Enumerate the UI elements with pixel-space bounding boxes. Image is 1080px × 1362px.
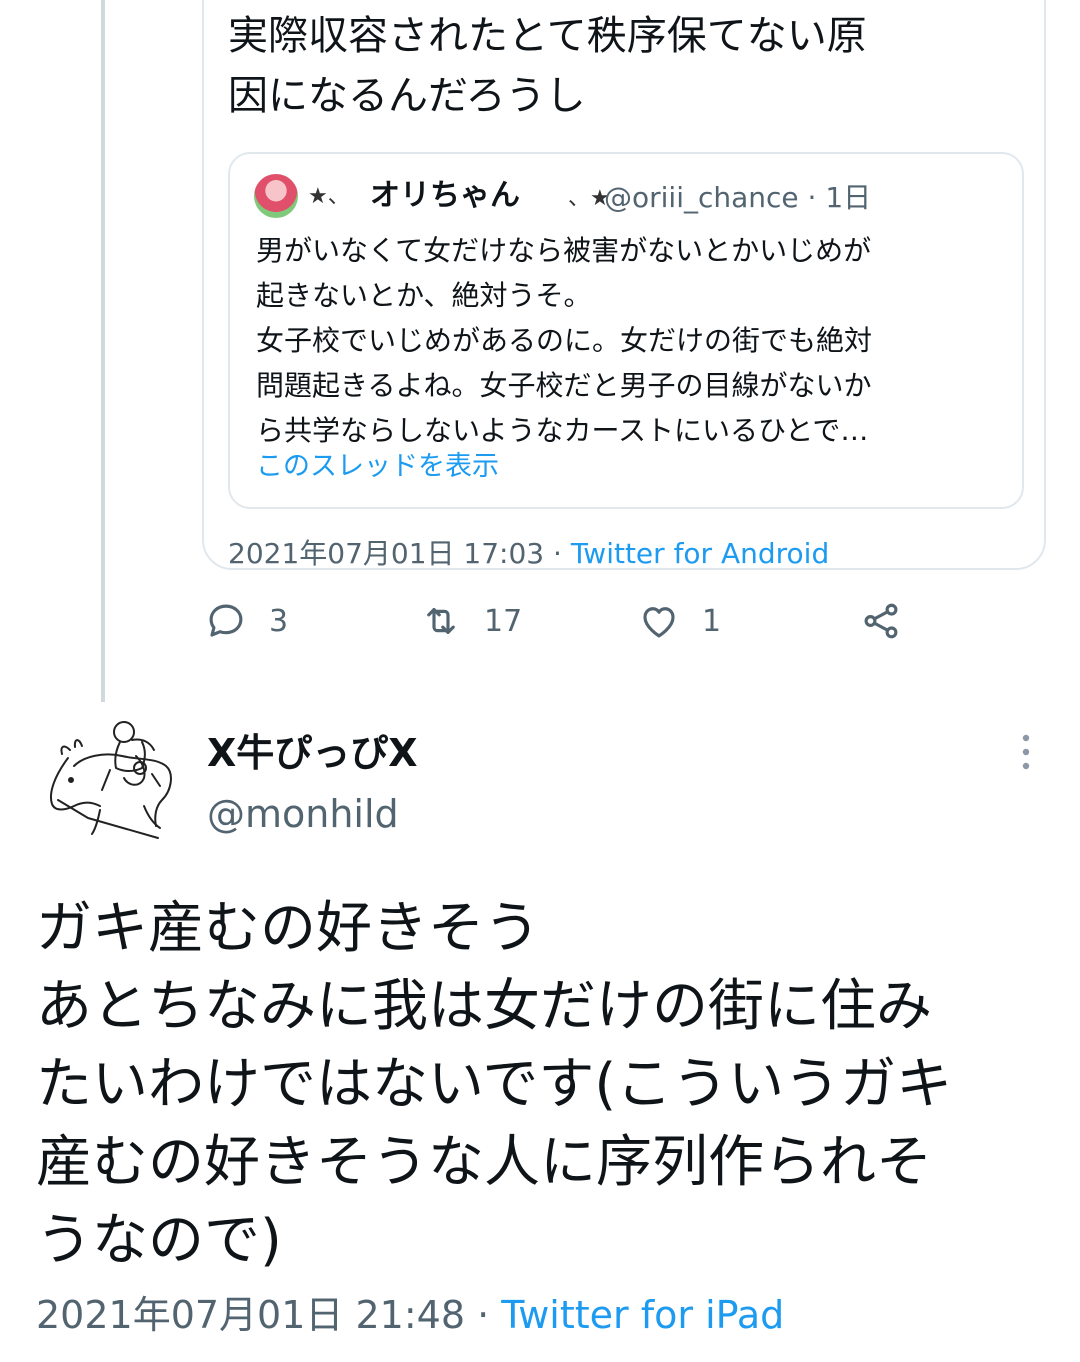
show-thread-link[interactable]: このスレッドを表示	[256, 444, 499, 483]
embedded-name-deco-left: ★、	[308, 184, 350, 209]
share-button[interactable]	[860, 600, 902, 642]
tweet-actions: 3 17 1	[205, 600, 925, 652]
like-count: 1	[702, 603, 722, 639]
meta-separator: ·	[477, 1293, 490, 1337]
like-icon	[643, 607, 675, 638]
author-avatar[interactable]	[40, 710, 190, 860]
thread-line	[101, 0, 105, 702]
share-icon	[864, 603, 898, 639]
reply-icon	[209, 604, 243, 637]
meta-separator: ·	[553, 537, 562, 570]
more-icon[interactable]	[1014, 732, 1038, 772]
retweet-button[interactable]: 17	[420, 600, 522, 642]
reply-button[interactable]: 3	[205, 600, 288, 642]
quoted-tweet-meta: 2021年07月01日 17:03 · Twitter for Android	[228, 532, 829, 572]
quoted-tweet-source[interactable]: Twitter for Android	[571, 537, 829, 570]
embedded-tweet-card[interactable]: ★、 オリちゃん 、★ @oriii_chance · 1日 男がいなくて女だけ…	[228, 152, 1024, 509]
embedded-author-handle[interactable]: @oriii_chance · 1日	[604, 176, 871, 216]
tweet-source[interactable]: Twitter for iPad	[501, 1293, 784, 1337]
retweet-icon	[427, 608, 455, 634]
embedded-avatar[interactable]	[254, 174, 298, 218]
quoted-tweet-card[interactable]: 実際収容されたとて秩序保てない原 因になるんだろうし ★、 オリちゃん 、★ @…	[202, 0, 1046, 570]
quoted-tweet-timestamp[interactable]: 2021年07月01日 17:03	[228, 537, 544, 570]
author-name[interactable]: X牛ぴっぴX	[207, 722, 418, 777]
tweet-timestamp[interactable]: 2021年07月01日 21:48	[36, 1293, 465, 1337]
author-handle[interactable]: @monhild	[207, 792, 399, 836]
reply-count: 3	[269, 603, 289, 639]
retweet-count: 17	[484, 603, 523, 639]
embedded-author-name[interactable]: オリちゃん	[370, 170, 520, 214]
quoted-tweet-text: 実際収容されたとて秩序保てない原 因になるんだろうし	[228, 13, 867, 119]
like-button[interactable]: 1	[638, 600, 721, 642]
tweet-meta: 2021年07月01日 21:48 · Twitter for iPad	[36, 1284, 784, 1339]
tweet-text: ガキ産むの好きそう あとちなみに我は女だけの街に住み たいわけではないです(こう…	[36, 896, 953, 1273]
embedded-tweet-text: 男がいなくて女だけなら被害がないとかいじめが 起きないとか、絶対うそ。 女子校で…	[256, 234, 873, 447]
